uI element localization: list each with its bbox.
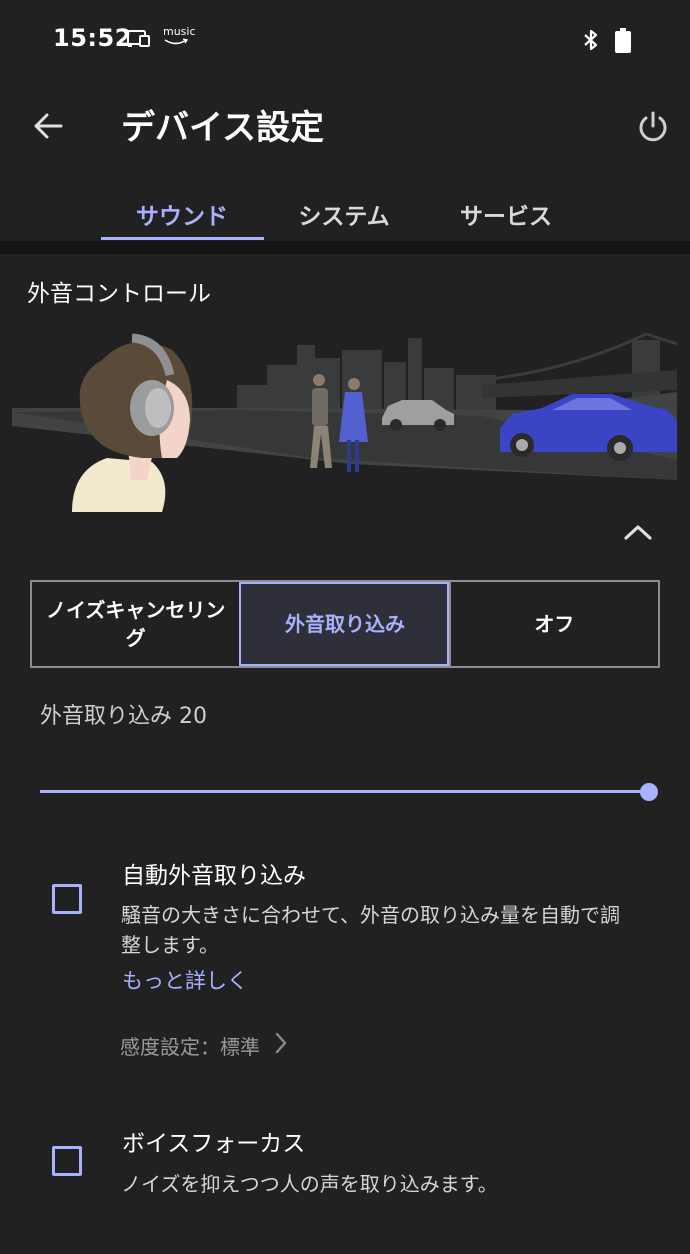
page-title: デバイス設定 xyxy=(121,108,324,148)
chevron-up-icon xyxy=(623,523,653,545)
battery-icon xyxy=(614,28,632,58)
tab-service[interactable]: サービス xyxy=(425,186,587,242)
amazon-music-icon: music xyxy=(163,26,196,46)
ambient-level-slider-thumb[interactable] xyxy=(640,783,658,801)
auto-ambient-description: 騒音の大きさに合わせて、外音の取り込み量を自動で調整します。 xyxy=(121,903,620,957)
bluetooth-icon xyxy=(582,28,600,56)
tab-system[interactable]: システム xyxy=(263,186,425,242)
mode-noise-cancelling[interactable]: ノイズキャンセリング xyxy=(32,582,239,666)
tab-sound[interactable]: サウンド xyxy=(101,186,263,242)
sensitivity-setting-row[interactable]: 感度設定：標準 xyxy=(120,1029,288,1061)
ambient-sound-illustration xyxy=(12,330,678,512)
chevron-right-icon xyxy=(274,1031,288,1060)
more-details-link[interactable]: もっと詳しく xyxy=(122,966,248,996)
ambient-mode-selector: ノイズキャンセリング 外音取り込み オフ xyxy=(30,580,660,668)
collapse-button[interactable] xyxy=(616,516,660,552)
back-button[interactable] xyxy=(22,106,74,150)
sensitivity-label: 感度設定：標準 xyxy=(120,1034,260,1059)
voice-focus-description: ノイズを抑えつつ人の声を取り込みます。 xyxy=(121,1172,498,1196)
voice-focus-title: ボイスフォーカス xyxy=(122,1131,306,1157)
slider-label: 外音取り込み 20 xyxy=(40,704,207,729)
mode-ambient-sound[interactable]: 外音取り込み xyxy=(239,582,449,666)
auto-ambient-title: 自動外音取り込み xyxy=(122,863,306,889)
voice-focus-checkbox[interactable] xyxy=(52,1146,82,1176)
arrow-left-icon xyxy=(33,113,63,143)
mode-off[interactable]: オフ xyxy=(448,582,658,666)
auto-ambient-checkbox[interactable] xyxy=(52,884,82,914)
section-title-ambient-control: 外音コントロール xyxy=(27,281,211,307)
tab-indicator xyxy=(101,237,264,240)
divider xyxy=(0,241,690,254)
power-icon xyxy=(636,110,670,148)
cast-icon xyxy=(127,29,151,53)
ambient-level-slider-track[interactable] xyxy=(40,790,650,793)
status-time: 15:52 xyxy=(53,24,132,52)
music-label: music xyxy=(163,25,196,38)
power-button[interactable] xyxy=(628,104,678,154)
